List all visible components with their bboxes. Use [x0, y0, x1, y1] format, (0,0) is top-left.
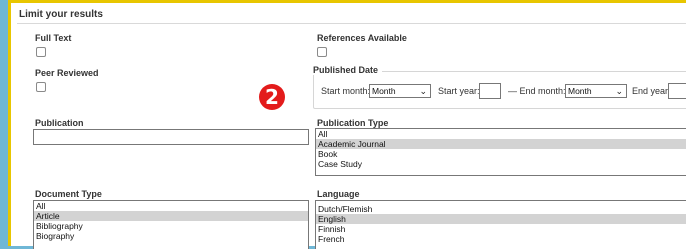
chevron-down-icon: ⌄: [419, 86, 427, 96]
start-year-input[interactable]: [479, 83, 501, 99]
end-month-value: Month: [568, 86, 592, 96]
publication-type-listbox[interactable]: All Academic Journal Book Case Study: [315, 128, 686, 176]
language-listbox[interactable]: Dutch/Flemish English Finnish French: [315, 200, 686, 249]
references-available-label: References Available: [317, 33, 407, 43]
list-item[interactable]: Book: [316, 149, 686, 159]
panel-title: Limit your results: [19, 9, 103, 20]
start-month-select[interactable]: Month ⌄: [369, 84, 431, 98]
document-type-label: Document Type: [35, 189, 102, 199]
list-item-selected[interactable]: English: [316, 214, 686, 224]
peer-reviewed-checkbox[interactable]: [36, 82, 46, 92]
list-item-selected[interactable]: Academic Journal: [316, 139, 686, 149]
end-month-label: — End month:: [508, 86, 566, 96]
language-label: Language: [317, 189, 360, 199]
peer-reviewed-label: Peer Reviewed: [35, 68, 99, 78]
list-item[interactable]: Finnish: [316, 224, 686, 234]
end-month-select[interactable]: Month ⌄: [565, 84, 627, 98]
list-item[interactable]: Biography: [34, 231, 308, 241]
start-month-value: Month: [372, 86, 396, 96]
chevron-down-icon: ⌄: [615, 86, 623, 96]
full-text-checkbox[interactable]: [36, 47, 46, 57]
list-item[interactable]: Case Study: [316, 159, 686, 169]
list-item[interactable]: Bibliography: [34, 221, 308, 231]
step-number-badge: 2: [259, 84, 285, 110]
published-date-label: Published Date: [313, 65, 383, 75]
references-available-checkbox[interactable]: [317, 47, 327, 57]
limit-results-panel: Limit your results Full Text References …: [8, 0, 686, 249]
publication-input[interactable]: [33, 129, 309, 145]
list-item[interactable]: Dutch/Flemish: [316, 204, 686, 214]
end-year-label: End year:: [632, 86, 671, 96]
list-item[interactable]: All: [34, 201, 308, 211]
start-year-label: Start year:: [438, 86, 480, 96]
full-text-label: Full Text: [35, 33, 72, 43]
list-item[interactable]: French: [316, 234, 686, 244]
publication-type-label: Publication Type: [317, 118, 389, 128]
start-month-label: Start month:: [321, 86, 371, 96]
end-year-input[interactable]: [668, 83, 686, 99]
panel-divider: [17, 23, 686, 24]
publication-label: Publication: [35, 118, 84, 128]
document-type-listbox[interactable]: All Article Bibliography Biography: [33, 200, 309, 249]
list-item[interactable]: All: [316, 129, 686, 139]
list-item-selected[interactable]: Article: [34, 211, 308, 221]
